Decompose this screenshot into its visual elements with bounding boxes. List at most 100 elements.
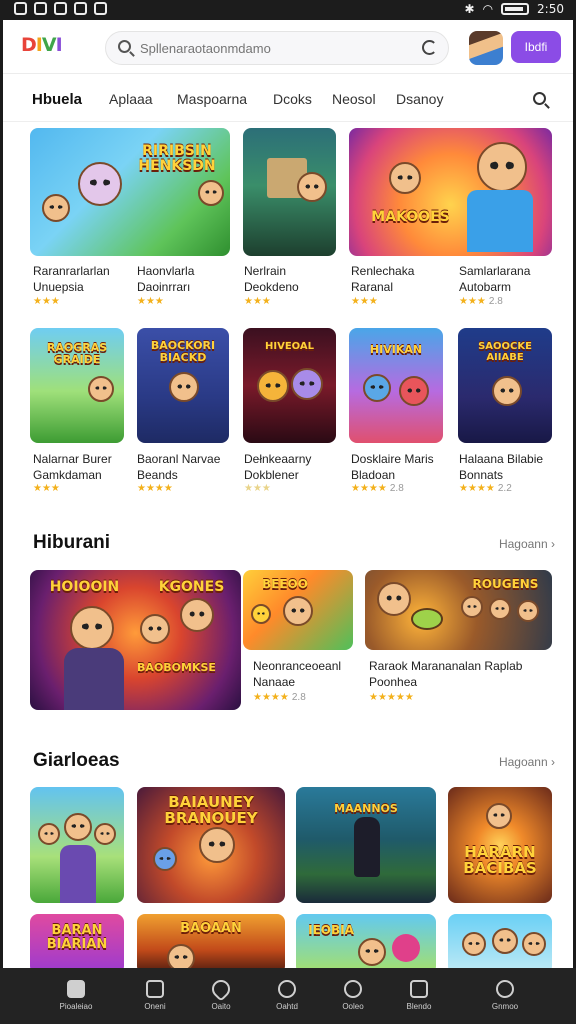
banner-subtitle: BAOBOMKSE [137, 661, 216, 674]
tab-hbuela[interactable]: Hbuela [32, 91, 82, 108]
rating-stars: ★★★ [351, 296, 378, 307]
location-icon [94, 2, 107, 15]
tab-maspoarna[interactable]: Maspoarna [177, 91, 247, 107]
app-logo[interactable]: DIVI [21, 34, 63, 56]
game-title: Nerlrain [244, 264, 287, 278]
game-tile[interactable] [448, 914, 552, 968]
game-tile[interactable]: MAKOOES [349, 128, 552, 256]
tile-art-title: HARARN BACIBAS [463, 843, 537, 877]
status-bar: ✱ ◠ 2:50 [0, 0, 576, 20]
bottom-nav: Pioaleiao Oneni Oaito Oahtd Ooleo Blendo… [0, 968, 576, 1024]
game-subtitle: Nanaae [253, 675, 296, 689]
tile-art-title: BARAN BIARIAN [46, 923, 108, 952]
game-tile[interactable] [243, 128, 336, 256]
tile-art-title: RIRIBSIN HENKSDN [138, 143, 216, 174]
pill-icon [340, 976, 366, 1002]
game-subtitle: Unuepsia [33, 280, 84, 294]
game-title: Dełnkeaarny [244, 452, 312, 466]
tab-dsanoy[interactable]: Dsanoy [396, 91, 443, 107]
game-tile[interactable]: RAOGRAS GRAIDE [30, 328, 124, 443]
featured-banner[interactable]: HOIOOIN KGONES BAOBOMKSE [30, 570, 241, 710]
game-subtitle: Bonnats [459, 468, 504, 482]
game-title: Nalarnar Burer [33, 452, 112, 466]
game-tile[interactable]: HARARN BACIBAS [448, 787, 552, 903]
bluetooth-icon: ✱ [464, 2, 475, 16]
user-avatar[interactable] [469, 31, 503, 65]
premium-button[interactable]: Ibdfi [511, 31, 561, 63]
section-title: Hiburani [33, 532, 111, 553]
game-tile[interactable]: HIVEOAL [243, 328, 336, 443]
chat-icon [74, 2, 87, 15]
tile-art-title: BAOAAN [180, 921, 242, 936]
game-tile[interactable] [30, 787, 124, 903]
game-subtitle: Autobarm [459, 280, 512, 294]
see-more-link[interactable]: Hagoann › [499, 537, 555, 551]
voice-search-icon[interactable] [422, 40, 437, 55]
tab-search-icon[interactable] [533, 92, 546, 105]
game-title: Samlarlarana [459, 264, 531, 278]
search-input[interactable] [140, 38, 410, 58]
game-tile[interactable]: ROUGENS [365, 570, 552, 650]
game-title: Baoranl Narvae [137, 452, 221, 466]
heart-icon [208, 976, 234, 1002]
shield-icon [278, 980, 296, 998]
game-subtitle: Deokdeno [244, 280, 299, 294]
game-title: Neonranceoeanl [253, 659, 342, 673]
search-bar[interactable] [105, 31, 449, 65]
game-tile[interactable]: RIRIBSIN HENKSDN [30, 128, 230, 256]
game-subtitle: Gamkdaman [33, 468, 102, 482]
search-icon [118, 40, 131, 53]
see-more-link[interactable]: Hagoann › [499, 755, 555, 769]
section-title: Giarloeas [33, 750, 120, 771]
nav-profile[interactable]: Gnmoo [475, 980, 535, 1011]
top-bar: DIVI Ibdfi [3, 20, 573, 74]
tile-art-title: IEOBIA [308, 923, 354, 937]
category-tabs: Hbuela Aplaaa Maspoarna Dcoks Neosol Dsa… [3, 76, 573, 122]
game-tile[interactable]: BAOAAN [137, 914, 285, 968]
nav-store[interactable]: Oneni [125, 980, 185, 1011]
game-subtitle: Dokblener [244, 468, 299, 482]
rating-stars: ★★★★ [137, 483, 173, 494]
home-icon [67, 980, 85, 998]
game-tile[interactable]: IEOBIA [296, 914, 436, 968]
game-tile[interactable]: BAIAUNEY BRANOUEY [137, 787, 285, 903]
game-title: Haonvlarla [137, 264, 195, 278]
signal-icon [34, 2, 47, 15]
game-tile[interactable]: BARAN BIARIAN [30, 914, 124, 968]
game-tile[interactable]: BAOCKORI BIACKD [137, 328, 229, 443]
tab-aplaaa[interactable]: Aplaaa [109, 91, 153, 107]
signal-icon [14, 2, 27, 15]
nav-home[interactable]: Pioaleiao [46, 980, 106, 1011]
tab-neosol[interactable]: Neosol [332, 91, 376, 107]
game-title: Halaana Bilabie [459, 452, 544, 466]
game-title: Renlechaka [351, 264, 415, 278]
game-tile[interactable]: HIVIKAN [349, 328, 443, 443]
tile-art-title: MAKOOES [371, 209, 450, 225]
tile-art-title: MAANNOS [334, 802, 398, 815]
store-icon [146, 980, 164, 998]
game-tile[interactable]: SAOOCKE AIIABE [458, 328, 552, 443]
banner-title: HOIOOIN [49, 579, 120, 595]
tile-art-title: BAOCKORI BIACKD [150, 339, 216, 364]
game-subtitle: Poonhea [369, 675, 418, 689]
rating-stars: ★★★ [137, 296, 164, 307]
nav-bag[interactable]: Blendo [389, 980, 449, 1011]
tile-art-title: BAIAUNEY BRANOUEY [164, 793, 258, 827]
bag-icon [410, 980, 428, 998]
status-time: 2:50 [537, 2, 564, 16]
wifi-icon: ◠ [482, 2, 494, 16]
tile-art-title: ROUGENS [472, 577, 539, 591]
game-title: Dosklaire Maris [351, 452, 434, 466]
nav-favorites[interactable]: Oaito [191, 976, 251, 1011]
nav-pill[interactable]: Ooleo [323, 976, 383, 1011]
nav-shield[interactable]: Oahtd [257, 980, 317, 1011]
tile-art-title: HIVEOAL [264, 341, 314, 352]
game-subtitle: Raranal [351, 280, 394, 294]
battery-icon [501, 3, 530, 15]
rating-stars: ★★★ [33, 483, 60, 494]
game-tile[interactable]: BEEOO [243, 570, 353, 650]
profile-icon [496, 980, 514, 998]
game-tile[interactable]: MAANNOS [296, 787, 436, 903]
game-title: Raranrarlarlan [33, 264, 110, 278]
tab-dcoks[interactable]: Dcoks [273, 91, 312, 107]
